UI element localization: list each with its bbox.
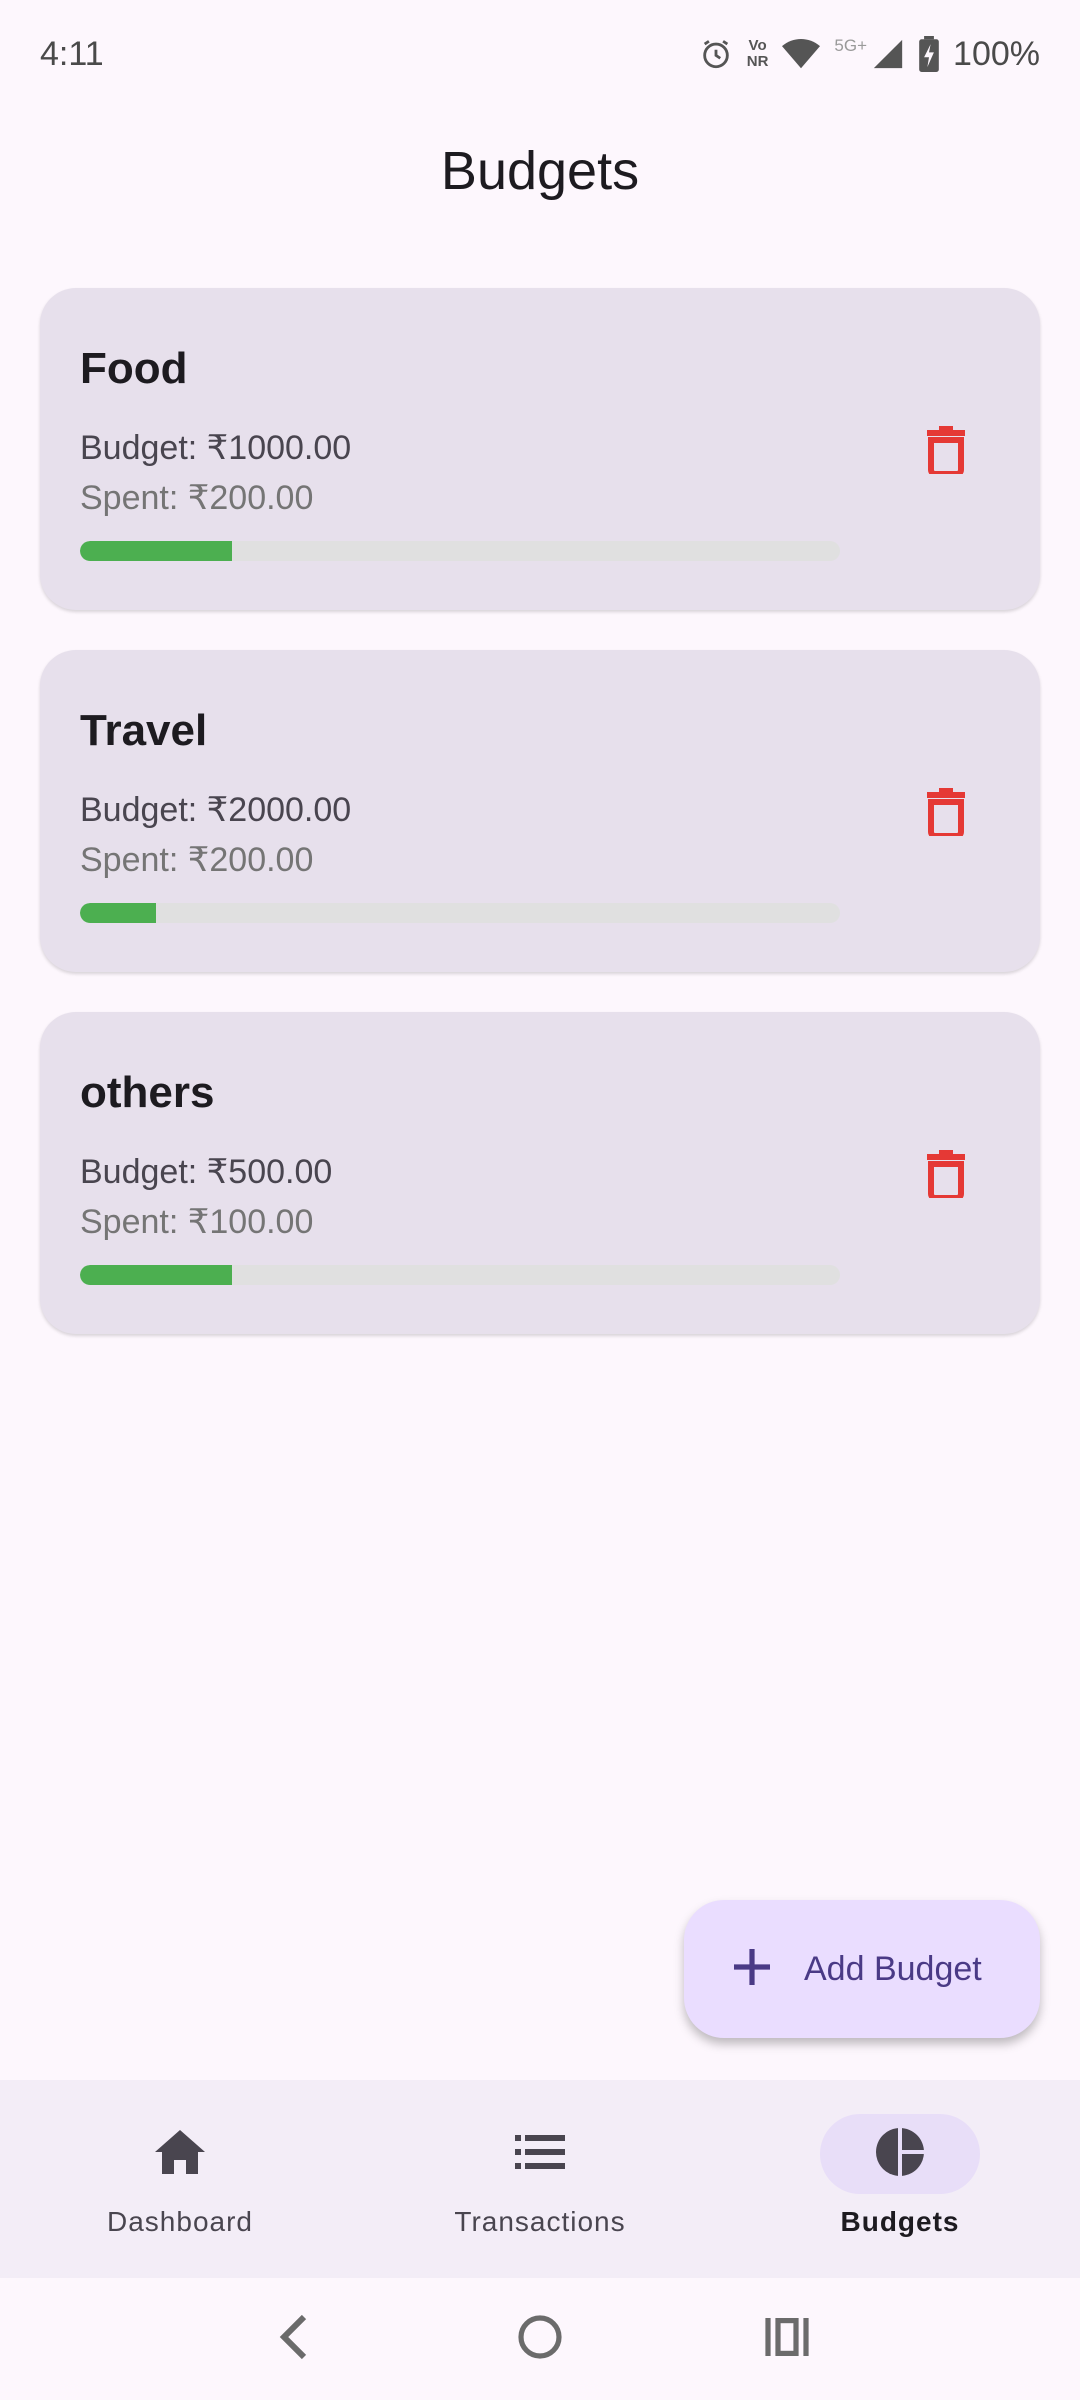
battery-percent: 100% (953, 34, 1040, 73)
back-icon (278, 2314, 308, 2364)
plus-icon (732, 1947, 772, 1992)
battery-icon (919, 36, 939, 72)
trash-icon (927, 1149, 965, 1203)
network-type-label: 5G+ (834, 35, 868, 55)
circle-icon (518, 2314, 562, 2364)
status-icons: Vo NR 5G+ 100% (699, 35, 1040, 74)
budget-progress-fill (80, 1265, 232, 1285)
status-time: 4:11 (40, 34, 104, 73)
recents-icon (765, 2317, 809, 2361)
spent-amount: Spent: ₹100.00 (80, 1203, 314, 1241)
system-navigation-bar (0, 2278, 1080, 2400)
spent-amount: Spent: ₹200.00 (80, 479, 314, 517)
alarm-icon (699, 37, 733, 71)
signal-icon (871, 37, 905, 71)
nav-item-dashboard[interactable]: Dashboard (0, 2080, 360, 2278)
pie-chart-icon (874, 2126, 926, 2183)
bottom-navigation: Dashboard Transactions Budgets (0, 2080, 1080, 2278)
nav-label-transactions: Transactions (454, 2206, 626, 2237)
trash-icon (927, 425, 965, 479)
page-title: Budgets (440, 141, 640, 201)
list-icon (515, 2134, 565, 2174)
delete-button[interactable] (910, 778, 982, 850)
budget-progress-bar (80, 541, 840, 561)
spent-amount: Spent: ₹200.00 (80, 841, 314, 879)
recents-button[interactable] (747, 2299, 827, 2379)
nav-label-dashboard: Dashboard (107, 2206, 253, 2237)
budget-progress-fill (80, 903, 156, 923)
nav-label-budgets: Budgets (840, 2206, 960, 2237)
budget-progress-bar (80, 1265, 840, 1285)
add-budget-label: Add Budget (804, 1949, 982, 1988)
budget-progress-bar (80, 903, 840, 923)
nav-item-budgets[interactable]: Budgets (720, 2080, 1080, 2278)
budget-progress-fill (80, 541, 232, 561)
home-button[interactable] (500, 2299, 580, 2379)
budget-card: Travel Budget: ₹2000.00 Spent: ₹200.00 (40, 650, 1040, 972)
nav-indicator-active (820, 2114, 980, 2194)
delete-button[interactable] (910, 416, 982, 488)
back-button[interactable] (253, 2299, 333, 2379)
budget-amount: Budget: ₹1000.00 (80, 429, 352, 467)
nav-item-transactions[interactable]: Transactions (360, 2080, 720, 2278)
budget-card: Food Budget: ₹1000.00 Spent: ₹200.00 (40, 288, 1040, 610)
budget-card: others Budget: ₹500.00 Spent: ₹100.00 (40, 1012, 1040, 1334)
trash-icon (927, 787, 965, 841)
wifi-icon (782, 38, 821, 70)
budget-name: others (80, 1068, 215, 1117)
delete-button[interactable] (910, 1140, 982, 1212)
volte-icon: Vo NR (746, 37, 769, 70)
budget-amount: Budget: ₹2000.00 (80, 791, 352, 829)
add-budget-button[interactable]: Add Budget (684, 1900, 1040, 2038)
nav-indicator (100, 2114, 260, 2194)
budget-amount: Budget: ₹500.00 (80, 1153, 333, 1191)
budget-name: Travel (80, 706, 208, 755)
nav-indicator (460, 2114, 620, 2194)
home-icon (155, 2129, 205, 2179)
status-bar: 4:11 Vo NR 5G+ 100% (0, 0, 1080, 108)
budget-name: Food (80, 344, 188, 393)
